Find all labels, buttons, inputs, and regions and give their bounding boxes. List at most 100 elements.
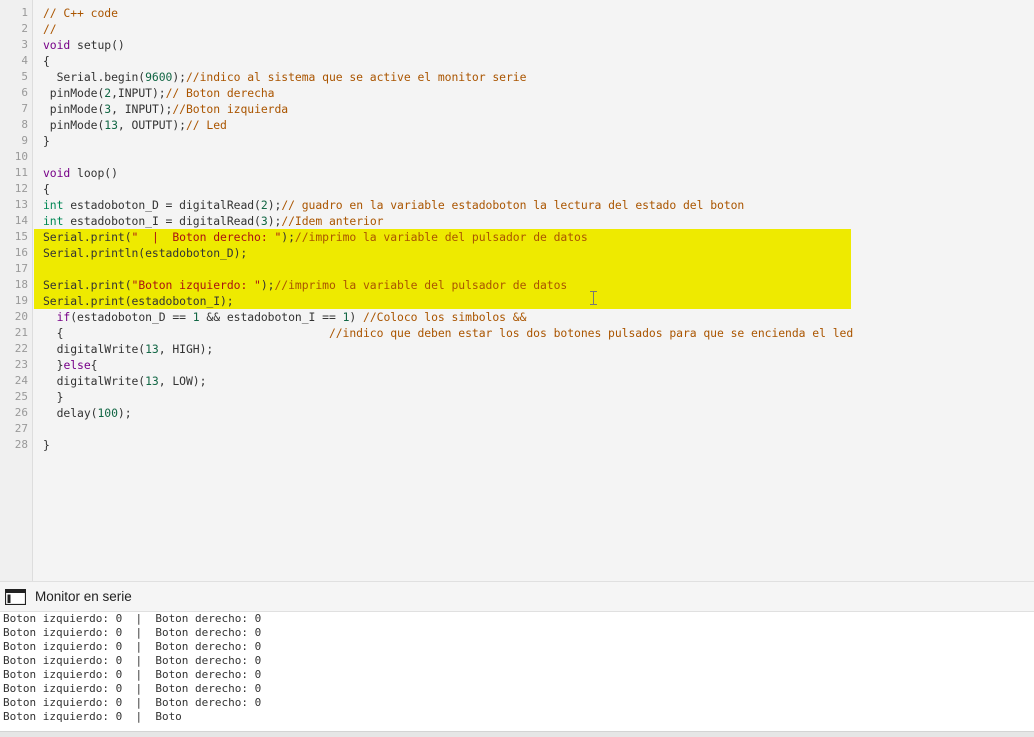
code-token: }	[43, 134, 50, 148]
code-text[interactable]	[34, 149, 1034, 165]
code-line[interactable]: 12 {	[0, 181, 1034, 197]
code-area[interactable]: 1// C++ code 2//3 void setup() 4{5 Serial.b…	[0, 5, 1034, 453]
code-line[interactable]: 2 //	[0, 21, 1034, 37]
code-line[interactable]: 20 if(estadoboton_D == 1 && estadoboton_…	[0, 309, 1034, 325]
code-text[interactable]: digitalWrite(13, HIGH);	[34, 341, 1034, 357]
code-text[interactable]: pinMode(13, OUTPUT);// Led	[34, 117, 1034, 133]
code-text[interactable]: Serial.print(estadoboton_I);	[34, 293, 851, 309]
code-line[interactable]: 9}	[0, 133, 1034, 149]
code-line[interactable]: 15 Serial.print(" | Boton derecho: ");//i…	[0, 229, 1034, 245]
code-line[interactable]: 4{	[0, 53, 1034, 69]
code-token: );	[267, 214, 282, 228]
serial-monitor-title[interactable]: Monitor en serie	[35, 589, 132, 605]
code-text[interactable]: }	[34, 389, 1034, 405]
code-token: digitalWrite(	[43, 342, 146, 356]
code-line[interactable]: 1 // C++ code	[0, 5, 1034, 21]
code-line[interactable]: 24 digitalWrite(13, LOW);	[0, 373, 1034, 389]
code-text[interactable]: void setup()	[34, 37, 1034, 53]
code-line[interactable]: 28}	[0, 437, 1034, 453]
line-number: 10	[14, 150, 28, 163]
code-token: }	[43, 438, 50, 452]
code-text[interactable]: Serial.begin(9600);//indico al sistema q…	[34, 69, 1034, 85]
code-token: // Boton derecha	[165, 86, 275, 100]
code-line[interactable]: 6 pinMode(2,INPUT);// Boton derecha	[0, 85, 1034, 101]
code-text[interactable]: if(estadoboton_D == 1 && estadoboton_I =…	[34, 309, 1034, 325]
code-text[interactable]	[34, 421, 1034, 437]
code-text[interactable]: {	[34, 53, 1034, 69]
code-line[interactable]: 14 int estadoboton_I = digitalRead(3);//I…	[0, 213, 1034, 229]
code-token: Serial.println(estadoboton_D);	[43, 246, 248, 260]
code-text[interactable]: pinMode(3, INPUT);//Boton izquierda	[34, 101, 1034, 117]
line-number: 21	[14, 326, 28, 339]
line-number: 4	[21, 54, 28, 67]
code-line[interactable]: 7 pinMode(3, INPUT);//Boton izquierda	[0, 101, 1034, 117]
code-line[interactable]: 3 void setup()	[0, 37, 1034, 53]
code-text[interactable]: //	[34, 21, 1034, 37]
code-token: //indico que deben estar los dos botones…	[328, 326, 854, 340]
code-text[interactable]: digitalWrite(13, LOW);	[34, 373, 1034, 389]
code-text[interactable]: void loop()	[34, 165, 1034, 181]
code-token: );	[260, 278, 275, 292]
code-token: // Led	[185, 118, 227, 132]
code-line[interactable]: 27	[0, 421, 1034, 437]
code-text[interactable]: {	[34, 181, 1034, 197]
code-line[interactable]: 18 Serial.print("Boton izquierdo: ");//im…	[0, 277, 1034, 293]
code-line[interactable]: 17	[0, 261, 1034, 277]
line-number: 19	[14, 294, 28, 307]
code-line[interactable]: 22 digitalWrite(13, HIGH);	[0, 341, 1034, 357]
code-token: estadoboton_I = digitalRead(	[63, 214, 261, 228]
code-token: pinMode(	[43, 102, 105, 116]
code-text[interactable]: // C++ code	[34, 5, 1034, 21]
code-token: , LOW);	[158, 374, 207, 388]
code-token: if	[56, 310, 71, 324]
code-text[interactable]: Serial.print("Boton izquierdo: ");//impr…	[34, 277, 851, 293]
code-text[interactable]: pinMode(2,INPUT);// Boton derecha	[34, 85, 1034, 101]
code-text[interactable]: }	[34, 437, 1034, 453]
code-line[interactable]: 13 int estadoboton_D = digitalRead(2);// …	[0, 197, 1034, 213]
line-number: 17	[14, 262, 28, 275]
line-number: 12	[14, 182, 28, 195]
serial-output-line: Boton izquierdo: 0 | Boton derecho: 0	[3, 626, 262, 639]
code-line[interactable]: 23 }else{	[0, 357, 1034, 373]
serial-monitor-icon[interactable]	[5, 589, 26, 605]
code-text[interactable]: int estadoboton_I = digitalRead(3);//Ide…	[34, 213, 1034, 229]
serial-monitor-header[interactable]: Monitor en serie	[0, 581, 1034, 612]
code-text[interactable]: Serial.print(" | Boton derecho: ");//imp…	[34, 229, 851, 245]
code-text[interactable]: int estadoboton_D = digitalRead(2);// gu…	[34, 197, 1034, 213]
code-line[interactable]: 25 }	[0, 389, 1034, 405]
code-token: pinMode(	[43, 86, 105, 100]
line-number: 6	[21, 86, 28, 99]
code-line[interactable]: 26 delay(100);	[0, 405, 1034, 421]
code-line[interactable]: 5 Serial.begin(9600);//indico al sistema…	[0, 69, 1034, 85]
code-text[interactable]: delay(100);	[34, 405, 1034, 421]
code-token: 2	[260, 198, 268, 212]
code-token: //indico al sistema que se active el mon…	[185, 70, 527, 84]
code-text[interactable]: Serial.println(estadoboton_D);	[34, 245, 851, 261]
code-token: 13	[104, 118, 118, 132]
code-token: );	[281, 230, 295, 244]
code-line[interactable]: 21 { //indico que deben estar los dos bo…	[0, 325, 1034, 341]
serial-output-line: Boton izquierdo: 0 | Boton derecho: 0	[3, 682, 262, 695]
code-line[interactable]: 16 Serial.println(estadoboton_D);	[0, 245, 1034, 261]
line-number: 26	[14, 406, 28, 419]
code-line[interactable]: 11 void loop()	[0, 165, 1034, 181]
line-number: 22	[14, 342, 28, 355]
line-number: 9	[21, 134, 28, 147]
monitor-input-bar[interactable]	[0, 731, 1034, 737]
code-token: loop()	[70, 166, 118, 180]
code-line[interactable]: 10	[0, 149, 1034, 165]
code-token: (estadoboton_D ==	[70, 310, 193, 324]
code-editor[interactable]: 1// C++ code 2//3 void setup() 4{5 Serial.b…	[0, 0, 1034, 581]
code-token: );	[117, 406, 132, 420]
line-number: 20	[14, 310, 28, 323]
code-text[interactable]: }else{	[34, 357, 1034, 373]
code-line[interactable]: 8 pinMode(13, OUTPUT);// Led	[0, 117, 1034, 133]
code-line[interactable]: 19 Serial.print(estadoboton_I);	[0, 293, 1034, 309]
code-text[interactable]: }	[34, 133, 1034, 149]
code-token: //Idem anterior	[281, 214, 384, 228]
code-token: && estadoboton_I ==	[199, 310, 343, 324]
code-text[interactable]: { //indico que deben estar los dos boton…	[34, 325, 1034, 341]
code-text[interactable]	[34, 261, 851, 277]
code-token: Serial.print(estadoboton_I);	[43, 294, 234, 308]
